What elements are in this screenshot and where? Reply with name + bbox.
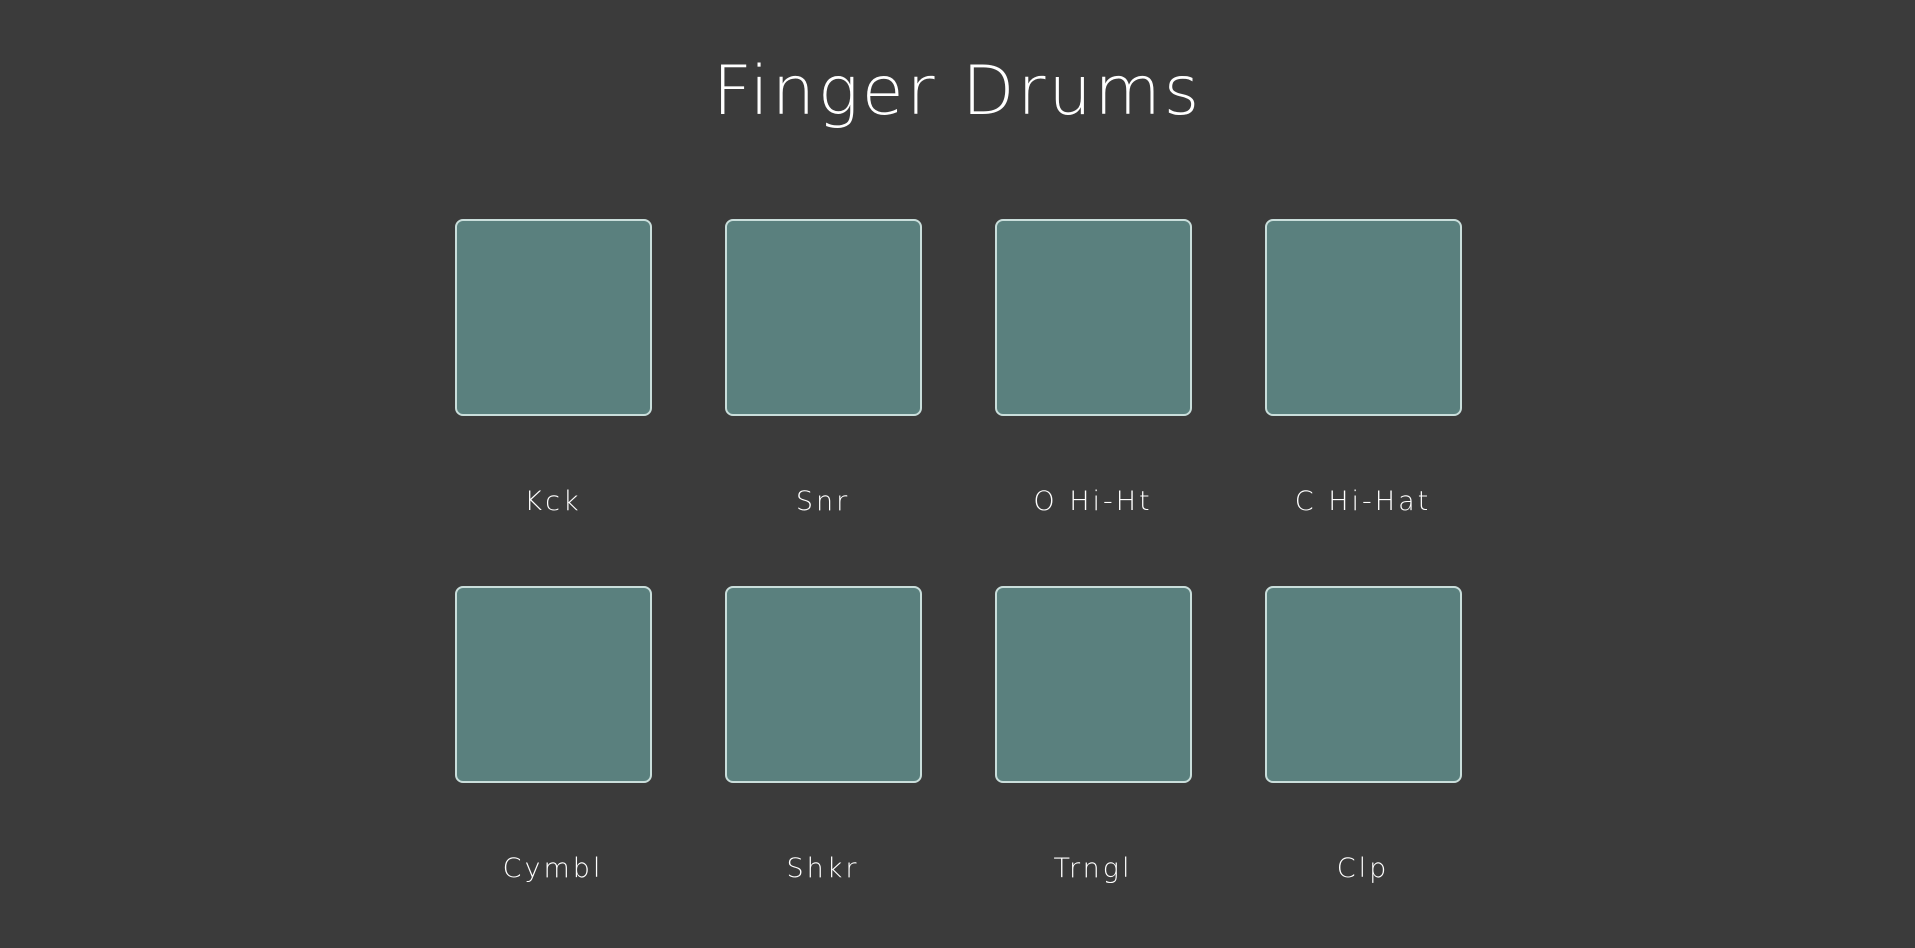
drum-pad-snare[interactable] — [725, 219, 922, 416]
drum-pad-label-shaker: Shkr — [786, 853, 860, 884]
drum-pad-label-kick: Kck — [524, 486, 582, 517]
drum-pad-shaker[interactable] — [725, 586, 922, 783]
drum-pad-kick[interactable] — [455, 219, 652, 416]
drum-pad-label-closed-hihat: C Hi-Hat — [1294, 486, 1432, 517]
drum-pad-clap[interactable] — [1265, 586, 1462, 783]
drum-pad-label-clap: Clp — [1336, 853, 1390, 884]
drum-pad-label-triangle: Trngl — [1053, 853, 1133, 884]
drum-pad-open-hihat[interactable] — [995, 219, 1192, 416]
drum-pad-label-snare: Snr — [795, 486, 851, 517]
drum-pad-label-open-hihat: O Hi-Ht — [1033, 486, 1153, 517]
drum-pad-closed-hihat[interactable] — [1265, 219, 1462, 416]
drum-pad-triangle[interactable] — [995, 586, 1192, 783]
drum-pad-label-cymbal: Cymbl — [502, 853, 604, 884]
page-title: Finger Drums — [712, 52, 1203, 131]
drum-pad-cymbal[interactable] — [455, 586, 652, 783]
